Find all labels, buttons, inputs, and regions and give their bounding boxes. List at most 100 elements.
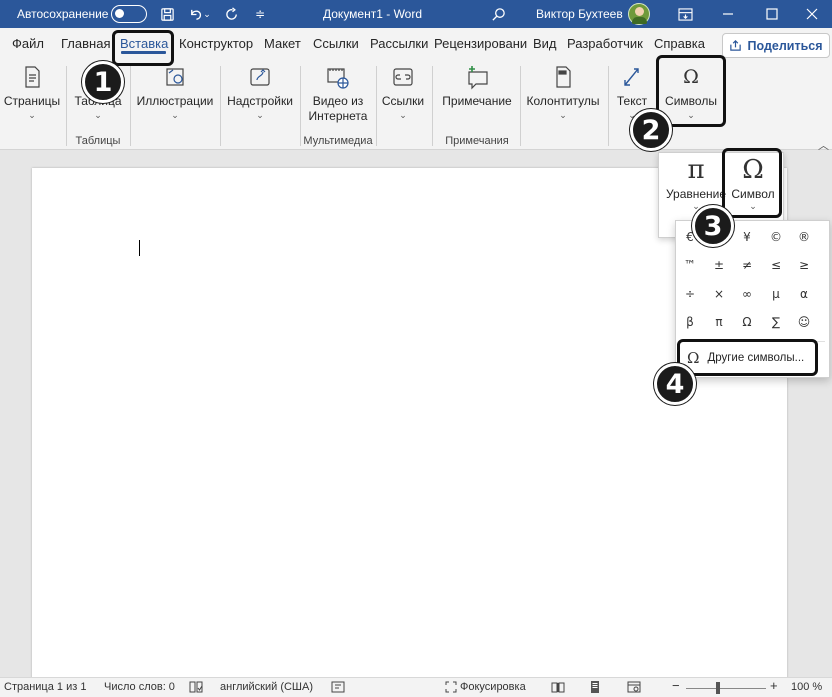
symbol-cell[interactable]: © xyxy=(762,223,790,251)
symbol-cell[interactable]: × xyxy=(705,280,733,308)
autosave-label: Автосохранение xyxy=(17,7,109,21)
symbol-cell[interactable]: β xyxy=(676,308,704,336)
step-badge-1: 1 xyxy=(82,61,124,103)
symbol-cell[interactable]: ≥ xyxy=(790,251,818,279)
symbol-cell[interactable]: Ω xyxy=(733,308,761,336)
tab-review[interactable]: Рецензировани xyxy=(434,36,527,51)
status-bar: Страница 1 из 1 Число слов: 0 английский… xyxy=(0,677,832,697)
tab-developer[interactable]: Разработчик xyxy=(567,36,643,51)
header-footer-icon xyxy=(556,66,571,88)
tab-design[interactable]: Конструктор xyxy=(179,36,253,51)
comment-label: Примечание xyxy=(442,94,512,108)
web-layout-icon[interactable] xyxy=(627,681,641,696)
text-label: Текст xyxy=(616,94,648,108)
tab-references[interactable]: Ссылки xyxy=(313,36,359,51)
online-video-label-2: Интернета xyxy=(308,109,368,123)
focus-mode-label[interactable]: Фокусировка xyxy=(460,681,526,693)
comment-button[interactable]: Примечание xyxy=(438,60,516,109)
chevron-down-icon: ⌄ xyxy=(399,110,407,120)
zoom-slider-thumb[interactable] xyxy=(716,682,720,694)
zoom-out-icon[interactable]: − xyxy=(672,678,680,693)
symbol-cell[interactable]: ÷ xyxy=(676,280,704,308)
print-layout-icon[interactable] xyxy=(589,681,601,696)
language[interactable]: английский (США) xyxy=(220,681,313,693)
tab-home[interactable]: Главная xyxy=(61,36,110,51)
tables-group-label: Таблицы xyxy=(75,135,121,147)
redo-icon[interactable] xyxy=(220,0,244,28)
online-video-icon xyxy=(327,68,349,89)
group-divider xyxy=(432,66,433,146)
autosave-toggle[interactable] xyxy=(111,0,147,28)
customize-toolbar-icon[interactable]: ≑ xyxy=(248,0,272,28)
equation-label: Уравнение xyxy=(665,187,727,201)
document-page[interactable] xyxy=(32,168,787,680)
symbol-cell[interactable]: ∞ xyxy=(733,280,761,308)
text-cursor xyxy=(139,240,140,256)
minimize-icon[interactable] xyxy=(716,0,740,28)
group-divider xyxy=(608,66,609,146)
group-divider xyxy=(66,66,67,146)
pages-label: Страницы xyxy=(3,94,61,108)
focus-mode-icon[interactable] xyxy=(445,681,457,696)
header-footer-label: Колонтитулы xyxy=(526,94,600,108)
symbol-cell[interactable]: ¥ xyxy=(733,223,761,251)
document-title: Документ1 - Word xyxy=(323,7,423,21)
pages-button[interactable]: Страницы ⌄ xyxy=(2,60,62,120)
symbol-cell[interactable]: ☺ xyxy=(790,308,818,336)
read-mode-icon[interactable] xyxy=(551,681,565,696)
share-button[interactable]: Поделиться xyxy=(722,33,830,58)
symbol-cell[interactable]: ® xyxy=(790,223,818,251)
symbol-cell[interactable]: ™ xyxy=(676,251,704,279)
step-badge-3: 3 xyxy=(692,205,734,247)
maximize-icon[interactable] xyxy=(760,0,784,28)
illustrations-button[interactable]: Иллюстрации ⌄ xyxy=(136,60,214,120)
zoom-in-icon[interactable]: + xyxy=(770,678,778,693)
tab-view[interactable]: Вид xyxy=(533,36,557,51)
chevron-down-icon: ⌄ xyxy=(94,110,102,120)
media-group-label: Мультимедиа xyxy=(303,135,373,147)
symbol-cell[interactable]: π xyxy=(705,308,733,336)
accessibility-icon[interactable] xyxy=(331,681,345,696)
ribbon-display-options-icon[interactable] xyxy=(673,0,697,28)
page-count[interactable]: Страница 1 из 1 xyxy=(4,681,86,693)
symbol-cell[interactable]: ≠ xyxy=(733,251,761,279)
close-icon[interactable] xyxy=(800,0,824,28)
tab-file[interactable]: Файл xyxy=(12,36,44,51)
chevron-down-icon: ⌄ xyxy=(256,110,264,120)
chevron-down-icon: ⌄ xyxy=(171,110,179,120)
text-box-icon xyxy=(624,68,639,86)
zoom-slider[interactable] xyxy=(686,688,766,689)
links-button[interactable]: Ссылки ⌄ xyxy=(380,60,426,120)
tab-layout[interactable]: Макет xyxy=(264,36,301,51)
user-avatar[interactable] xyxy=(628,3,650,25)
proofing-icon[interactable] xyxy=(189,681,203,696)
header-footer-button[interactable]: Колонтитулы ⌄ xyxy=(524,60,602,120)
tab-help[interactable]: Справка xyxy=(654,36,705,51)
online-video-label-1: Видео из xyxy=(312,94,364,108)
highlight-insert-tab xyxy=(112,30,174,66)
online-video-button[interactable]: Видео из Интернета xyxy=(304,60,372,124)
illustrations-label: Иллюстрации xyxy=(136,94,214,108)
symbol-cell[interactable]: ± xyxy=(705,251,733,279)
search-icon[interactable] xyxy=(486,0,510,28)
user-name[interactable]: Виктор Бухтеев xyxy=(536,0,623,28)
word-count[interactable]: Число слов: 0 xyxy=(104,681,175,693)
addins-button[interactable]: Надстройки ⌄ xyxy=(226,60,294,120)
undo-dropdown-icon[interactable]: ⌄ xyxy=(200,0,214,28)
symbol-cell[interactable]: ∑ xyxy=(762,308,790,336)
addins-label: Надстройки xyxy=(227,94,293,108)
comment-icon xyxy=(468,66,488,90)
zoom-level[interactable]: 100 % xyxy=(791,681,822,693)
addins-icon xyxy=(250,68,270,86)
chevron-down-icon: ⌄ xyxy=(28,110,36,120)
symbol-cell[interactable]: α xyxy=(790,280,818,308)
equation-button[interactable]: π Уравнение ⌄ xyxy=(663,153,729,212)
save-icon[interactable] xyxy=(155,0,179,28)
symbol-cell[interactable]: µ xyxy=(762,280,790,308)
symbol-cell[interactable]: ≤ xyxy=(762,251,790,279)
group-divider xyxy=(220,66,221,146)
share-label: Поделиться xyxy=(747,38,823,53)
step-badge-4: 4 xyxy=(654,363,696,405)
group-divider xyxy=(520,66,521,146)
tab-mailings[interactable]: Рассылки xyxy=(370,36,428,51)
